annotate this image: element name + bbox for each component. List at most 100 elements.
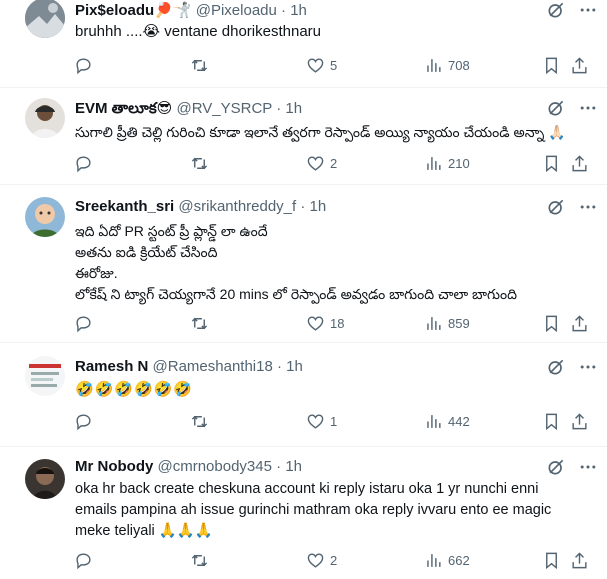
view-count: 210 <box>448 155 470 171</box>
action-bar: 5 708 <box>74 55 594 75</box>
bookmark-button[interactable] <box>542 411 561 431</box>
tweet-line: oka hr back create cheskuna account ki r… <box>75 481 539 497</box>
grok-icon[interactable] <box>546 357 566 377</box>
reply-icon <box>76 155 91 172</box>
views-button[interactable]: 859 <box>424 313 470 333</box>
share-button[interactable] <box>570 411 589 431</box>
timestamp[interactable]: 1h <box>310 198 327 215</box>
retweet-button[interactable] <box>190 313 209 333</box>
display-name[interactable]: Mr Nobody <box>75 458 153 475</box>
more-icon[interactable] <box>578 197 598 217</box>
tweet[interactable]: Mr Nobody @cmrnobody345 · 1h oka hr back… <box>0 447 607 579</box>
avatar[interactable] <box>25 356 65 396</box>
bookmark-button[interactable] <box>542 55 561 75</box>
like-count: 18 <box>330 315 345 331</box>
reply-icon <box>76 552 91 569</box>
tweet-line: లోకేష్ ని ట్యాగ్ చెయ్యగానే 20 mins లో రె… <box>75 286 517 302</box>
like-button[interactable]: 5 <box>306 55 337 75</box>
display-name[interactable]: Pix$eloadu <box>75 2 154 19</box>
name-emoji: 🏓🤺 <box>154 1 192 19</box>
bookmark-icon <box>546 155 557 172</box>
timestamp[interactable]: 1h <box>286 358 303 375</box>
retweet-button[interactable] <box>190 55 209 75</box>
display-name[interactable]: Ramesh N <box>75 358 148 375</box>
tweet-text: సుగాలి ప్రీతి చెల్లి గురించి కూడా ఇలానే … <box>75 122 595 142</box>
reply-button[interactable] <box>74 153 93 173</box>
share-icon <box>572 154 587 171</box>
handle[interactable]: @cmrnobody345 <box>158 458 272 475</box>
more-icon[interactable] <box>578 98 598 118</box>
reply-icon <box>76 57 91 74</box>
grok-icon[interactable] <box>546 457 566 477</box>
tweet[interactable]: EVM తాలూక😎 @RV_YSRCP · 1h సుగాలి ప్రీతి … <box>0 88 607 185</box>
tweet[interactable]: Ramesh N @Rameshanthi18 · 1h 🤣🤣🤣🤣🤣🤣 1 44… <box>0 343 607 447</box>
separator: · <box>276 100 282 117</box>
bookmark-button[interactable] <box>542 313 561 333</box>
separator: · <box>281 2 287 19</box>
share-button[interactable] <box>570 55 589 75</box>
more-icon[interactable] <box>578 357 598 377</box>
display-name[interactable]: Sreekanth_sri <box>75 198 174 215</box>
tweet-line: bruhhh ....😭 ventane dhorikesthnaru <box>75 23 322 40</box>
action-bar: 2 662 <box>74 550 594 570</box>
bookmark-button[interactable] <box>542 550 561 570</box>
grok-icon[interactable] <box>546 197 566 217</box>
action-bar: 2 210 <box>74 153 594 173</box>
share-button[interactable] <box>570 313 589 333</box>
bookmark-button[interactable] <box>542 153 561 173</box>
avatar[interactable] <box>25 197 65 237</box>
like-icon <box>307 57 324 73</box>
share-button[interactable] <box>570 153 589 173</box>
views-button[interactable]: 442 <box>424 411 470 431</box>
tweet-text: ఇది ఏదో PR స్టంట్ ప్రీ ప్లాన్డ్ లా ఉందే … <box>75 221 595 305</box>
tweet[interactable]: Pix$eloadu🏓🤺 @Pixeloadu · 1h bruhhh ....… <box>0 0 607 88</box>
reply-button[interactable] <box>74 313 93 333</box>
separator: · <box>300 198 306 215</box>
share-button[interactable] <box>570 550 589 570</box>
retweet-button[interactable] <box>190 153 209 173</box>
avatar[interactable] <box>25 0 65 38</box>
handle[interactable]: @Rameshanthi18 <box>153 358 273 375</box>
views-button[interactable]: 708 <box>424 55 470 75</box>
share-icon <box>572 551 587 568</box>
like-button[interactable]: 1 <box>306 411 337 431</box>
tweet-line: ఇది ఏదో PR స్టంట్ ప్రీ ప్లాన్డ్ లా ఉందే <box>75 223 268 239</box>
view-count: 859 <box>448 315 470 331</box>
views-button[interactable]: 662 <box>424 550 470 570</box>
grok-icon[interactable] <box>546 0 566 20</box>
reply-button[interactable] <box>74 550 93 570</box>
like-button[interactable]: 2 <box>306 153 337 173</box>
retweet-button[interactable] <box>190 411 209 431</box>
timestamp[interactable]: 1h <box>285 458 302 475</box>
timestamp[interactable]: 1h <box>290 2 307 19</box>
retweet-button[interactable] <box>190 550 209 570</box>
share-icon <box>572 412 587 429</box>
handle[interactable]: @Pixeloadu <box>196 2 277 19</box>
separator: · <box>277 358 282 375</box>
grok-icon[interactable] <box>546 98 566 118</box>
like-button[interactable]: 18 <box>306 313 344 333</box>
tweet-header: Mr Nobody @cmrnobody345 · 1h <box>75 457 302 477</box>
share-icon <box>572 56 587 73</box>
tweet-line: అతను ఐడి క్రియేట్ చేసింది <box>75 244 218 260</box>
bookmark-icon <box>546 315 557 332</box>
views-icon <box>427 414 441 428</box>
more-icon[interactable] <box>578 0 598 20</box>
avatar[interactable] <box>25 98 65 138</box>
timestamp[interactable]: 1h <box>285 100 302 117</box>
handle[interactable]: @srikanthreddy_f <box>178 198 296 215</box>
reply-button[interactable] <box>74 55 93 75</box>
tweet-text: bruhhh ....😭 ventane dhorikesthnaru <box>75 22 595 42</box>
avatar[interactable] <box>25 459 65 499</box>
like-count: 1 <box>330 413 338 429</box>
tweet-text: 🤣🤣🤣🤣🤣🤣 <box>75 379 595 400</box>
display-name[interactable]: EVM తాలూక <box>75 100 157 117</box>
more-icon[interactable] <box>578 457 598 477</box>
tweet-line: సుగాలి ప్రీతి చెల్లి గురించి కూడా ఇలానే … <box>75 124 566 140</box>
like-button[interactable]: 2 <box>306 550 337 570</box>
tweet[interactable]: Sreekanth_sri @srikanthreddy_f · 1h ఇది … <box>0 185 607 343</box>
tweet-line: 🤣🤣🤣🤣🤣🤣 <box>75 380 194 398</box>
reply-button[interactable] <box>74 411 93 431</box>
views-button[interactable]: 210 <box>424 153 470 173</box>
handle[interactable]: @RV_YSRCP <box>176 100 272 117</box>
